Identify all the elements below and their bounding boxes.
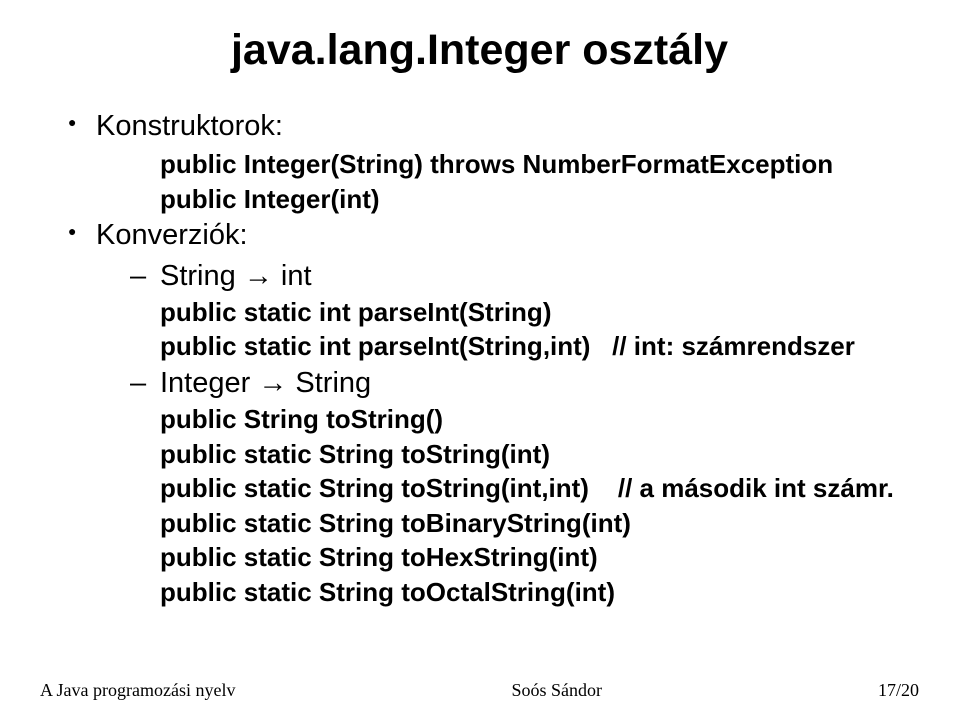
dash-string-int-label: String → int xyxy=(160,260,312,292)
code-parse2: public static int parseInt(String,int) /… xyxy=(60,330,919,363)
code-ctor1: public Integer(String) throws NumberForm… xyxy=(60,148,919,181)
dash-string-int: String → int xyxy=(60,258,919,294)
code-tostr3: public static String toString(int,int) /… xyxy=(60,472,919,505)
code-tostr1: public String toString() xyxy=(60,403,919,436)
dash-integer-string: Integer → String xyxy=(60,365,919,401)
footer-center: Soós Sándor xyxy=(511,680,602,701)
footer-left: A Java programozási nyelv xyxy=(40,680,235,701)
bullet-conversions-label: Konverziók: xyxy=(96,219,248,251)
code-ctor2: public Integer(int) xyxy=(60,183,919,216)
code-tooct: public static String toOctalString(int) xyxy=(60,576,919,609)
code-tobin: public static String toBinaryString(int) xyxy=(60,507,919,540)
bullet-constructors-label: Konstruktorok: xyxy=(96,110,283,142)
bullet-conversions: Konverziók: xyxy=(60,217,919,253)
code-tohex: public static String toHexString(int) xyxy=(60,541,919,574)
slide-title: java.lang.Integer osztály xyxy=(0,26,959,75)
slide: java.lang.Integer osztály Konstruktorok:… xyxy=(0,0,959,719)
slide-content: Konstruktorok: public Integer(String) th… xyxy=(60,108,919,610)
code-parse1: public static int parseInt(String) xyxy=(60,296,919,329)
dash-integer-string-label: Integer → String xyxy=(160,367,371,399)
bullet-constructors: Konstruktorok: xyxy=(60,108,919,144)
footer: A Java programozási nyelv Soós Sándor 17… xyxy=(0,680,959,701)
footer-right: 17/20 xyxy=(878,680,919,701)
code-tostr2: public static String toString(int) xyxy=(60,438,919,471)
